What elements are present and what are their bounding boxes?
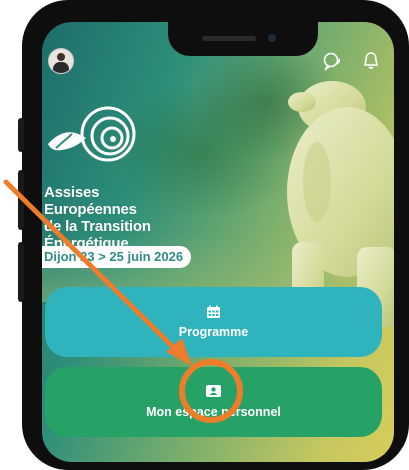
personal-space-button[interactable]: Mon espace personnel <box>45 367 382 437</box>
programme-button[interactable]: Programme <box>45 287 382 357</box>
avatar-head <box>57 53 65 61</box>
app-screen: Assises Européennes de la Transition Éne… <box>42 22 394 462</box>
bell-icon[interactable] <box>360 50 382 72</box>
programme-label: Programme <box>178 325 249 339</box>
event-date-badge: Dijon 23 > 25 juin 2026 <box>42 246 192 268</box>
profile-card-icon <box>206 385 221 397</box>
event-title-line-2: Européennes <box>44 201 137 218</box>
side-button-mute <box>18 118 24 152</box>
side-button-volume-up <box>18 170 24 230</box>
speaker-grille <box>202 36 256 41</box>
avatar[interactable] <box>48 48 74 74</box>
event-title-line-1: Assises <box>44 184 100 201</box>
chat-icon[interactable] <box>322 50 344 72</box>
event-logo-spiral <box>48 106 136 162</box>
avatar-body <box>53 62 69 73</box>
personal-space-label: Mon espace personnel <box>146 405 281 419</box>
phone-notch <box>168 22 318 56</box>
calendar-icon <box>207 305 220 318</box>
front-camera <box>268 34 276 42</box>
side-button-volume-down <box>18 242 24 302</box>
event-title-line-3: de la Transition <box>44 218 151 235</box>
